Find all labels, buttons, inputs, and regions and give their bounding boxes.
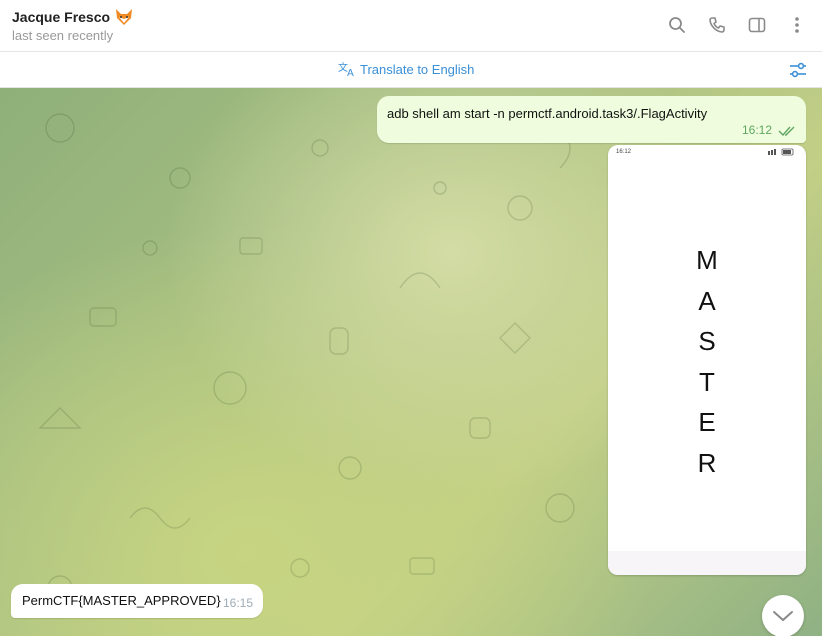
message-text: PermCTF{MASTER_APPROVED} [22,593,221,608]
incoming-message[interactable]: PermCTF{MASTER_APPROVED} 16:15 [11,584,263,618]
phone-battery-icon [768,148,798,158]
contact-name[interactable]: Jacque Fresco [12,8,134,26]
translate-label[interactable]: Translate to English [360,62,474,77]
translate-button[interactable]: 文 A Translate to English [338,61,474,77]
outgoing-message[interactable]: adb shell am start -n permctf.android.ta… [377,96,806,143]
flag-letter: S [698,326,716,356]
translate-icon: 文 A [338,61,354,77]
message-time: 16:15 [222,596,253,610]
more-icon[interactable] [786,14,808,36]
flag-letter: R [697,447,717,478]
phone-status-bar: 16:12 [608,145,806,159]
flag-letters: M A S T E R [608,240,806,483]
last-seen-status: last seen recently [12,28,114,43]
chevron-down-icon [773,611,793,622]
search-icon[interactable] [666,14,688,36]
translate-settings-icon[interactable] [788,60,808,85]
image-message[interactable]: 16:12 M A S T E R [608,145,806,575]
contact-name-text[interactable]: Jacque Fresco [12,9,110,25]
fox-emoji-icon [116,9,133,25]
chat-area[interactable]: adb shell am start -n permctf.android.ta… [0,88,822,636]
message-time: 16:12 [741,123,772,137]
message-text: adb shell am start -n permctf.android.ta… [387,106,708,121]
phone-status-time: 16:12 [616,149,632,155]
flag-letter: M [696,245,718,275]
read-checkmarks-icon [778,126,795,137]
svg-text:A: A [347,68,354,77]
flag-letter: E [698,407,716,437]
phone-icon[interactable] [706,14,728,36]
translate-bar: 文 A Translate to English [0,52,822,88]
chat-header: Jacque Fresco last seen recently [0,0,822,52]
phone-navigation-bar [608,551,806,575]
flag-letter: T [699,366,715,397]
scroll-to-bottom-button[interactable] [762,595,804,636]
sidebar-toggle-icon[interactable] [746,14,768,36]
flag-letter: A [698,285,716,316]
